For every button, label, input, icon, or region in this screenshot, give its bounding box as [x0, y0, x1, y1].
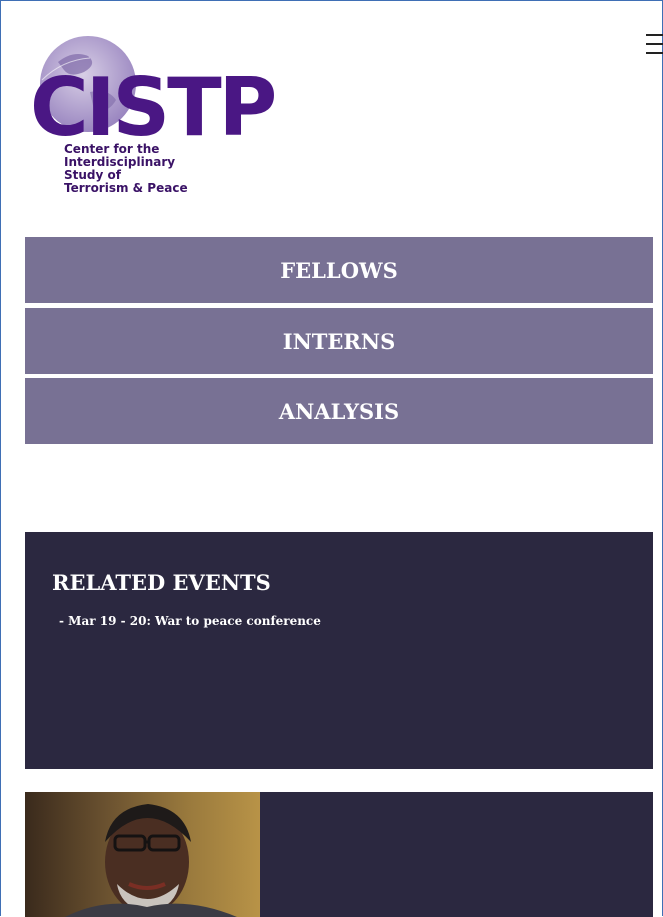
logo-tagline: Center for the Interdisciplinary Study o… — [64, 143, 234, 195]
nav-fellows-button[interactable]: FELLOWS — [25, 237, 653, 303]
related-events-panel: RELATED EVENTS - Mar 19 - 20: War to pea… — [25, 532, 653, 769]
event-link[interactable]: - Mar 19 - 20: War to peace conference — [59, 614, 321, 628]
logo-tagline-line: Terrorism & Peace — [64, 181, 188, 195]
site-logo[interactable]: CISTP Center for the Interdisciplinary S… — [28, 32, 277, 202]
hamburger-icon-bar — [646, 52, 663, 54]
person-photo — [25, 792, 260, 917]
related-events-title: RELATED EVENTS — [52, 570, 271, 595]
hamburger-icon — [646, 34, 663, 36]
hamburger-menu-button[interactable] — [640, 30, 663, 60]
nav-analysis-button[interactable]: ANALYSIS — [25, 378, 653, 444]
hamburger-icon-bar — [646, 43, 663, 45]
logo-wordmark: CISTP — [30, 61, 277, 154]
nav-interns-button[interactable]: INTERNS — [25, 308, 653, 374]
person-portrait — [65, 804, 237, 917]
profile-card — [25, 792, 653, 917]
